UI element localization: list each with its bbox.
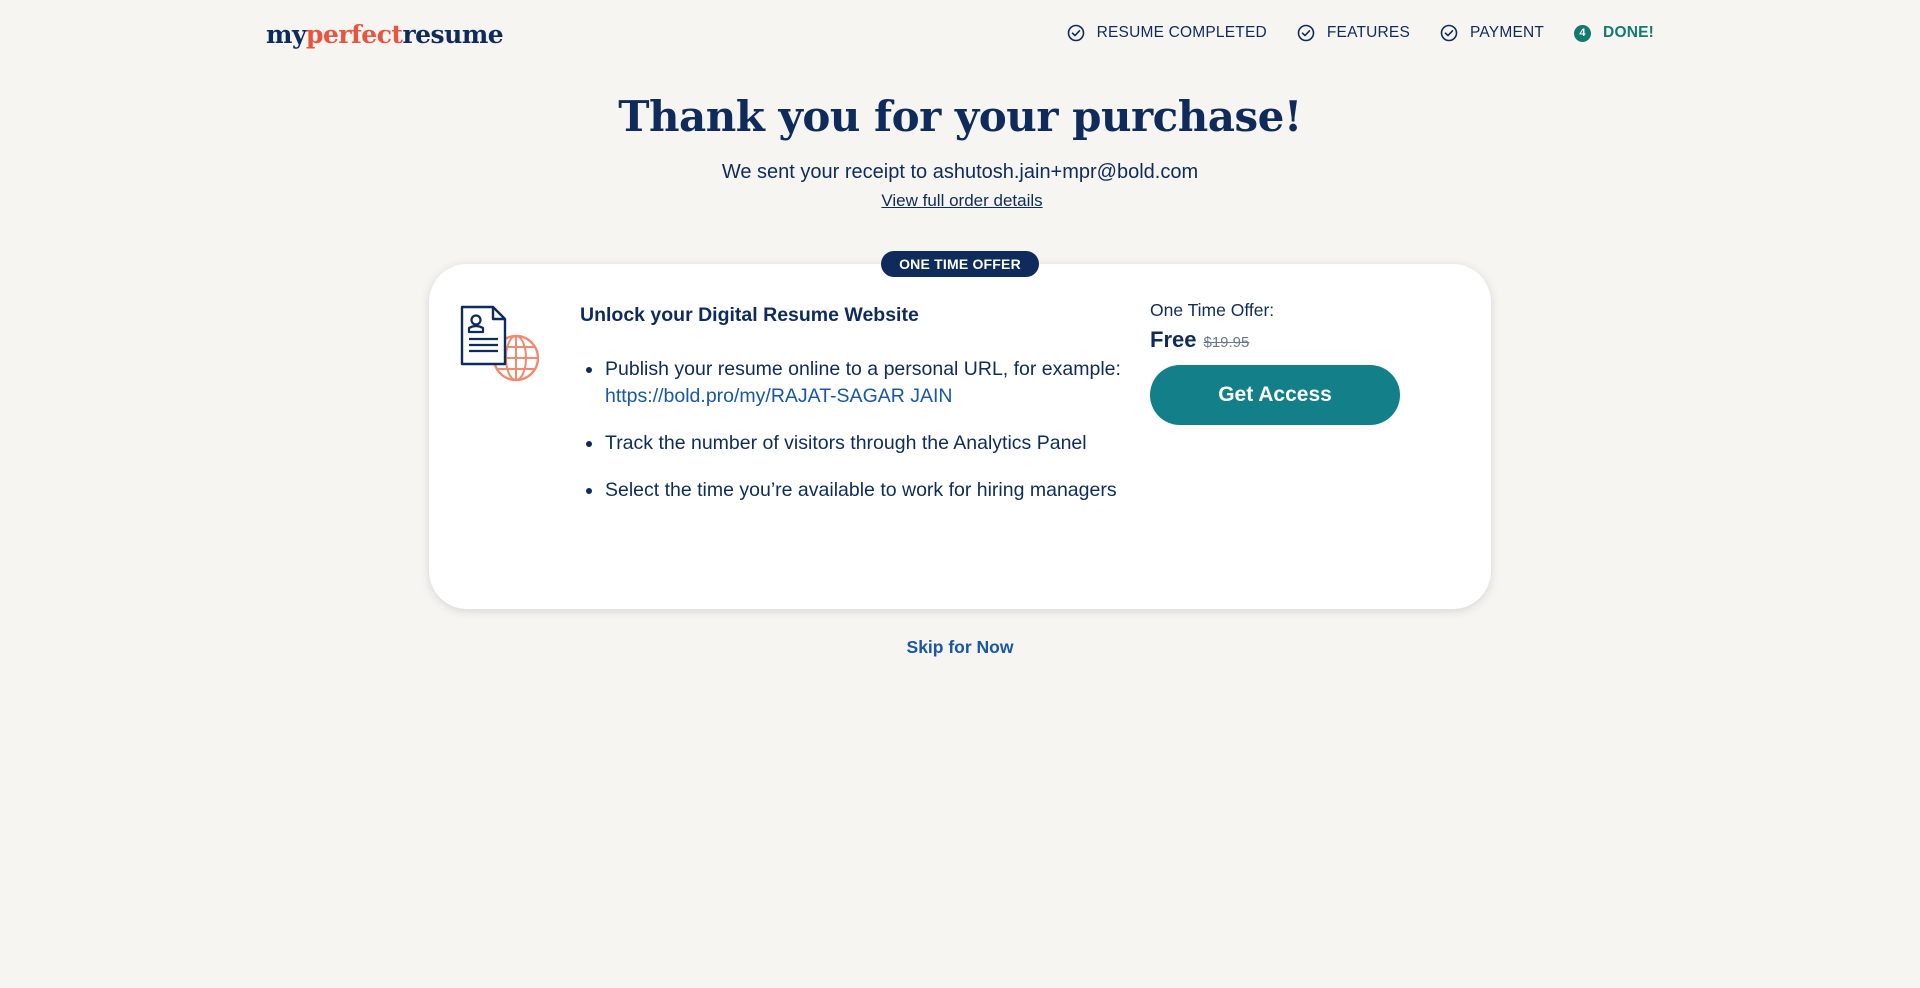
step-number-badge: 4	[1574, 24, 1592, 42]
list-item: Publish your resume online to a personal…	[580, 356, 1140, 410]
check-circle-icon	[1067, 24, 1085, 42]
page-title: Thank you for your purchase!	[618, 92, 1302, 141]
step-resume-completed: RESUME COMPLETED	[1067, 24, 1267, 42]
step-label: RESUME COMPLETED	[1096, 24, 1267, 41]
step-label: FEATURES	[1326, 24, 1411, 41]
price-row: Free $19.95	[1150, 327, 1410, 353]
price-label: One Time Offer:	[1150, 300, 1275, 320]
feature-text: Track the number of visitors through the…	[605, 432, 1087, 454]
list-item: Select the time you’re available to work…	[580, 477, 1140, 504]
check-circle-icon	[1297, 24, 1315, 42]
example-url: https://bold.pro/my/RAJAT-SAGAR JAIN	[605, 385, 953, 407]
logo-text-my: my	[266, 20, 306, 49]
check-circle-icon	[1440, 24, 1458, 42]
one-time-offer-badge: ONE TIME OFFER	[881, 251, 1039, 277]
get-access-button[interactable]: Get Access	[1150, 365, 1400, 425]
feature-list: Publish your resume online to a personal…	[580, 356, 1140, 524]
original-price: $19.95	[1203, 334, 1250, 351]
logo-text-resume: resume	[402, 20, 504, 49]
feature-text: Publish your resume online to a personal…	[605, 358, 1121, 380]
confirmation-section: Thank you for your purchase! We sent you…	[0, 88, 1920, 211]
step-label: DONE!	[1603, 24, 1654, 41]
current-price: Free	[1150, 327, 1197, 352]
progress-steps: RESUME COMPLETED FEATURES PAYMENT 4 DONE…	[1037, 24, 1654, 42]
resume-globe-icon	[459, 304, 540, 384]
receipt-message: We sent your receipt to ashutosh.jain+mp…	[721, 161, 1199, 183]
step-label: PAYMENT	[1470, 24, 1545, 41]
feature-text: Select the time you’re available to work…	[605, 479, 1117, 501]
offer-card: Unlock your Digital Resume Website Publi…	[429, 264, 1491, 609]
logo-text-perfect: perfect	[305, 20, 403, 49]
view-order-details-link[interactable]: View full order details	[881, 191, 1042, 211]
step-features: FEATURES	[1297, 24, 1410, 42]
skip-for-now-link[interactable]: Skip for Now	[0, 637, 1920, 658]
step-payment: PAYMENT	[1440, 24, 1544, 42]
price-panel: One Time Offer: Free $19.95 Get Access	[1150, 300, 1410, 425]
logo[interactable]: myperfectresume	[266, 20, 504, 50]
list-item: Track the number of visitors through the…	[580, 430, 1140, 457]
offer-title: Unlock your Digital Resume Website	[580, 304, 919, 326]
header: myperfectresume RESUME COMPLETED FEATURE…	[0, 0, 1920, 72]
step-done: 4 DONE!	[1574, 24, 1654, 42]
